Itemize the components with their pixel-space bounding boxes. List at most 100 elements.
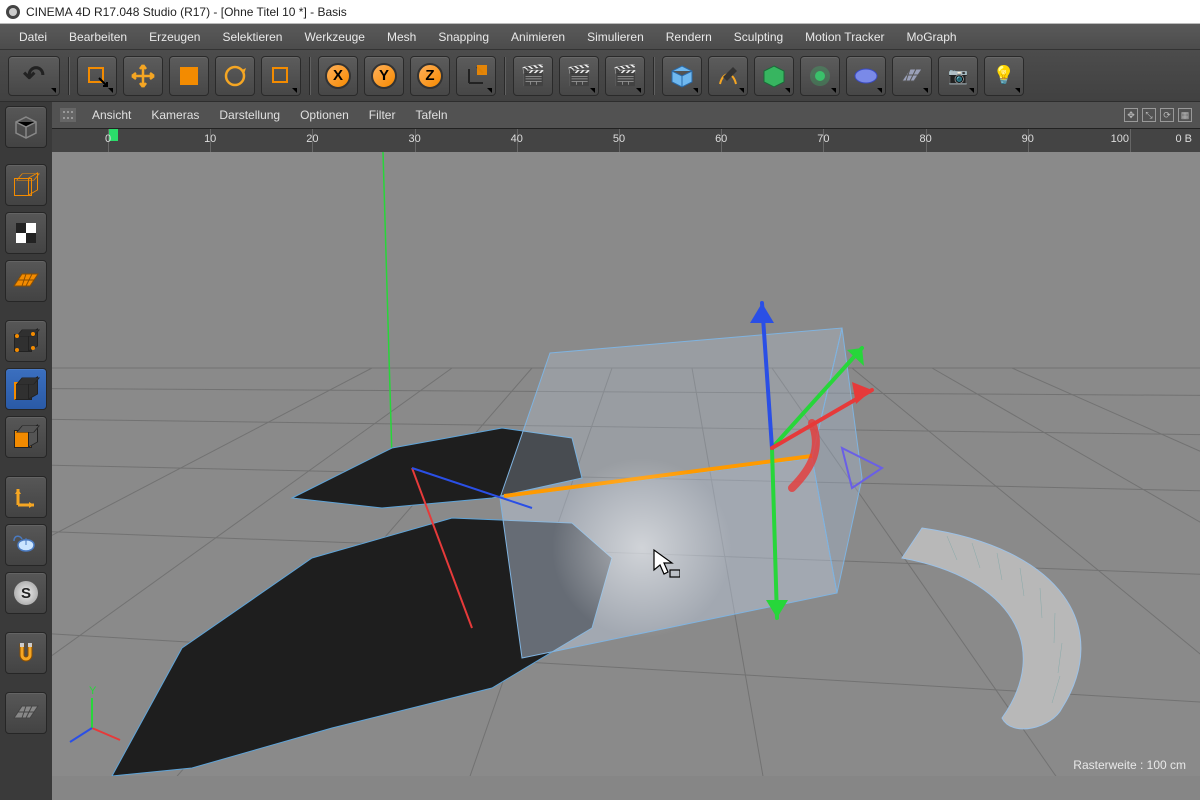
axis-z-button[interactable]: Z [410, 56, 450, 96]
undo-button[interactable]: ↶ [8, 56, 60, 96]
menu-animieren[interactable]: Animieren [500, 26, 576, 48]
menu-mograph[interactable]: MoGraph [896, 26, 968, 48]
add-camera-button[interactable]: 📷 [938, 56, 978, 96]
point-mode-button[interactable] [5, 320, 47, 362]
environment-icon [853, 63, 879, 89]
soft-select-button[interactable] [5, 524, 47, 566]
locked-workplane-icon [12, 703, 40, 723]
menu-snapping[interactable]: Snapping [427, 26, 500, 48]
tick-70: 70 [817, 133, 829, 145]
vmenu-ansicht[interactable]: Ansicht [82, 104, 141, 126]
axis-y-button[interactable]: Y [364, 56, 404, 96]
menu-selektieren[interactable]: Selektieren [211, 26, 293, 48]
cube-primitive-icon [669, 63, 695, 89]
menu-sculpting[interactable]: Sculpting [723, 26, 794, 48]
texture-mode-icon [13, 220, 39, 246]
menu-rendern[interactable]: Rendern [655, 26, 723, 48]
nav-pan-icon[interactable]: ✥ [1124, 108, 1138, 122]
make-editable-icon [12, 113, 40, 141]
viewport-nav-icons: ✥ ⤡ ⟳ ▦ [1124, 108, 1192, 122]
nav-zoom-icon[interactable]: ⤡ [1142, 108, 1156, 122]
grid-width-label: Rasterweite : 100 cm [1073, 758, 1186, 772]
menu-mesh[interactable]: Mesh [376, 26, 427, 48]
menu-bearbeiten[interactable]: Bearbeiten [58, 26, 138, 48]
menu-datei[interactable]: Datei [8, 26, 58, 48]
add-deformer-button[interactable] [800, 56, 840, 96]
add-spline-button[interactable] [708, 56, 748, 96]
coord-icon [463, 63, 489, 89]
polygon-mode-icon [14, 425, 38, 449]
coord-system-button[interactable] [456, 56, 496, 96]
generator-icon [761, 63, 787, 89]
rotate-icon [222, 63, 248, 89]
axis-tool-button[interactable] [5, 476, 47, 518]
model-mode-button[interactable] [5, 164, 47, 206]
viewport-3d-scene[interactable]: Y Rasterweite : 100 cm [52, 128, 1200, 776]
workplane-icon [12, 271, 40, 291]
render-pv-button[interactable]: 🎬 [559, 56, 599, 96]
timeline[interactable]: 0 10 20 30 40 50 60 70 80 90 100 0 B [52, 128, 1200, 152]
nav-layout-icon[interactable]: ▦ [1178, 108, 1192, 122]
tick-80: 80 [919, 133, 931, 145]
vmenu-darstellung[interactable]: Darstellung [209, 104, 290, 126]
workplane-mode-button[interactable] [5, 260, 47, 302]
magnet-button[interactable] [5, 632, 47, 674]
window-title: CINEMA 4D R17.048 Studio (R17) - [Ohne T… [26, 5, 347, 19]
live-select-button[interactable] [77, 56, 117, 96]
mouse-icon [12, 533, 40, 557]
scale-button[interactable] [169, 56, 209, 96]
polygon-mode-button[interactable] [5, 416, 47, 458]
main-menubar: Datei Bearbeiten Erzeugen Selektieren We… [0, 24, 1200, 50]
menu-erzeugen[interactable]: Erzeugen [138, 26, 211, 48]
vmenu-kameras[interactable]: Kameras [141, 104, 209, 126]
grip-icon[interactable] [60, 108, 76, 122]
move-icon [130, 63, 156, 89]
edge-mode-button[interactable] [5, 368, 47, 410]
timeline-current: 0 B [1175, 133, 1192, 145]
menu-werkzeuge[interactable]: Werkzeuge [293, 26, 375, 48]
vmenu-filter[interactable]: Filter [359, 104, 406, 126]
add-scene-button[interactable] [892, 56, 932, 96]
undo-icon: ↶ [23, 60, 45, 91]
render-settings-button[interactable]: 🎬 [605, 56, 645, 96]
vmenu-tafeln[interactable]: Tafeln [405, 104, 457, 126]
move-button[interactable] [123, 56, 163, 96]
texture-mode-button[interactable] [5, 212, 47, 254]
add-light-button[interactable]: 💡 [984, 56, 1024, 96]
snap-s-icon: S [14, 581, 38, 605]
mode-sidebar: S [0, 102, 52, 800]
live-select-icon [85, 64, 109, 88]
make-editable-button[interactable] [5, 106, 47, 148]
model-mode-icon [14, 173, 38, 197]
light-icon: 💡 [993, 65, 1015, 86]
locked-workplane-button[interactable] [5, 692, 47, 734]
edge-mode-icon [14, 377, 38, 401]
menu-simulieren[interactable]: Simulieren [576, 26, 655, 48]
menu-motiontracker[interactable]: Motion Tracker [794, 26, 895, 48]
add-primitive-button[interactable] [662, 56, 702, 96]
tick-90: 90 [1022, 133, 1034, 145]
nav-orbit-icon[interactable]: ⟳ [1160, 108, 1174, 122]
tick-10: 10 [204, 133, 216, 145]
axis-x-button[interactable]: X [318, 56, 358, 96]
tick-60: 60 [715, 133, 727, 145]
viewport-panel: Ansicht Kameras Darstellung Optionen Fil… [52, 102, 1200, 800]
vmenu-optionen[interactable]: Optionen [290, 104, 359, 126]
tick-20: 20 [306, 133, 318, 145]
render-view-button[interactable]: 🎬 [513, 56, 553, 96]
axis-tool-icon [13, 484, 39, 510]
add-generator-button[interactable] [754, 56, 794, 96]
timeline-track[interactable]: 0 10 20 30 40 50 60 70 80 90 100 [108, 129, 1130, 152]
cursor-icon [652, 548, 680, 584]
axis-x-icon: X [325, 63, 351, 89]
floor-icon [899, 63, 925, 89]
clapper-gear-icon: 🎬 [613, 63, 638, 88]
deformer-icon [807, 63, 833, 89]
add-environment-button[interactable] [846, 56, 886, 96]
clapper-play-icon: 🎬 [567, 63, 592, 88]
last-tool-button[interactable] [261, 56, 301, 96]
snap-button[interactable]: S [5, 572, 47, 614]
rotate-button[interactable] [215, 56, 255, 96]
pen-icon [715, 63, 741, 89]
scene-render: Y [52, 128, 1200, 776]
